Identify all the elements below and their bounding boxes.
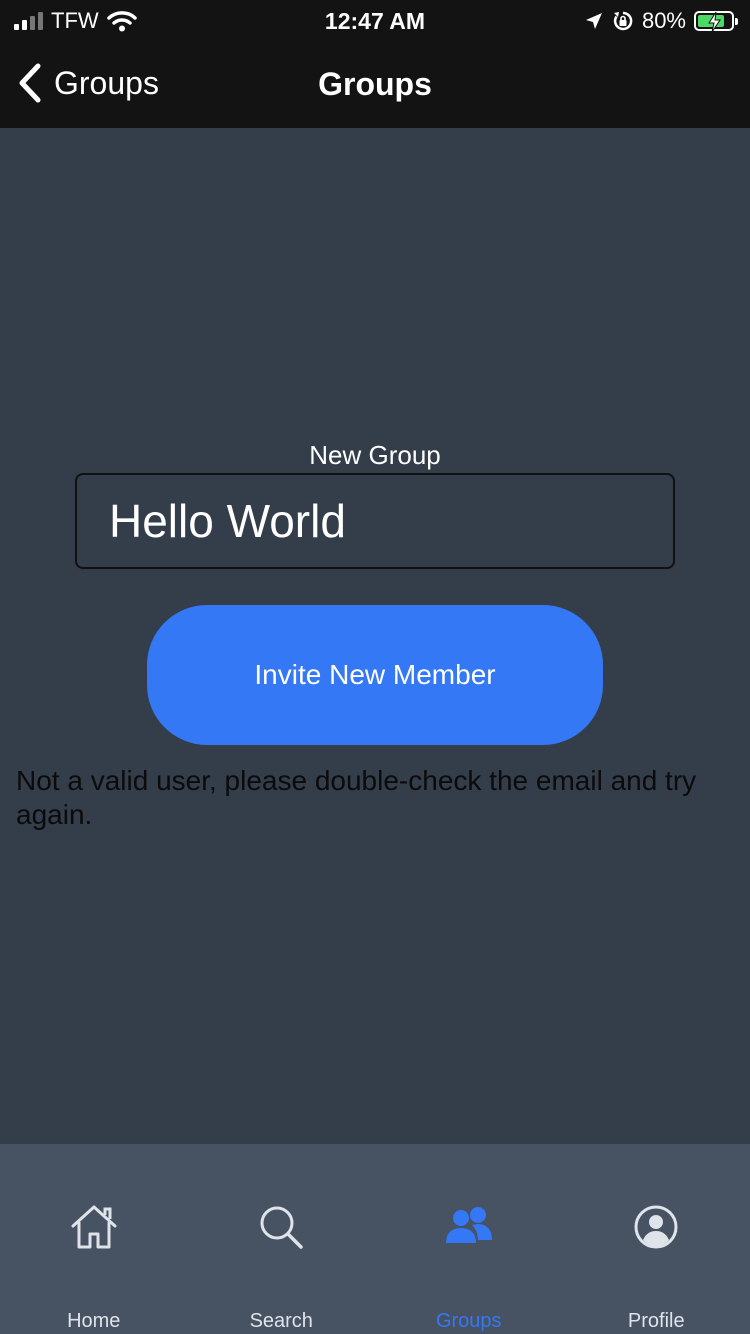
error-message: Not a valid user, please double-check th… (16, 765, 697, 830)
groups-icon (445, 1207, 492, 1243)
back-button[interactable]: Groups (16, 62, 159, 104)
search-icon (260, 1206, 303, 1249)
tab-groups[interactable]: Groups (375, 1144, 563, 1334)
tab-home[interactable]: Home (0, 1144, 188, 1334)
tab-groups-label: Groups (435, 1310, 502, 1332)
tab-search[interactable]: Search (188, 1144, 376, 1334)
invite-new-member-button[interactable]: Invite New Member (147, 605, 603, 745)
battery-icon (694, 11, 738, 32)
tab-home-label: Home (67, 1310, 121, 1332)
tab-profile[interactable]: Profile (563, 1144, 750, 1334)
profile-icon (634, 1205, 678, 1249)
orientation-lock-icon (613, 11, 633, 31)
chevron-left-icon (19, 63, 41, 103)
location-arrow-icon (585, 13, 602, 29)
navigation-bar: Groups Groups (0, 42, 750, 128)
status-bar: TFW 12:47 AM 80% (0, 0, 750, 42)
battery-percent: 80% (641, 8, 686, 33)
group-name-input[interactable] (75, 473, 675, 569)
status-right: 80% (584, 8, 738, 34)
new-group-label: New Group (309, 440, 441, 470)
main-content: New Group Invite New Member Not a valid … (0, 128, 750, 1144)
tab-search-label: Search (249, 1310, 313, 1332)
home-icon (71, 1205, 117, 1249)
tab-bar: Home Search Groups Profile (0, 1144, 750, 1334)
back-button-label: Groups (54, 64, 159, 101)
tab-profile-label: Profile (627, 1310, 685, 1332)
